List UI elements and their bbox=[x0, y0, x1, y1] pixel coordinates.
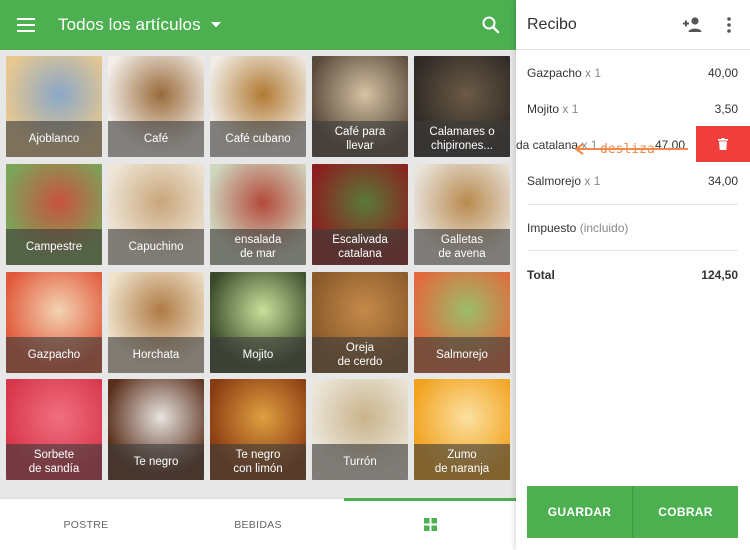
tab-postre[interactable]: POSTRE bbox=[0, 499, 172, 550]
tax-label-wrap: Impuesto (incluido) bbox=[527, 221, 628, 235]
receipt-line-item[interactable]: Salmorejo x 1 34,00 bbox=[527, 174, 738, 188]
swipe-hint-label: desliza bbox=[600, 142, 655, 157]
menu-icon bbox=[17, 18, 35, 32]
item-label: Te negro bbox=[108, 444, 204, 480]
item-label: Galletas de avena bbox=[414, 229, 510, 265]
trash-icon bbox=[718, 138, 728, 150]
item-name: da catalana bbox=[516, 138, 579, 152]
item-tile[interactable]: Horchata bbox=[108, 272, 204, 373]
item-price: 40,00 bbox=[707, 66, 738, 80]
item-tile[interactable]: ensalada de mar bbox=[210, 164, 306, 265]
item-tile[interactable]: Mojito bbox=[210, 272, 306, 373]
item-label: Sorbete de sandía bbox=[6, 444, 102, 480]
swipe-hint: desliza bbox=[574, 142, 690, 157]
item-tile[interactable]: Café cubano bbox=[210, 56, 306, 157]
tab-all-items[interactable] bbox=[344, 498, 516, 550]
receipt-actions: GUARDAR COBRAR bbox=[527, 486, 738, 538]
item-tile[interactable]: Sorbete de sandía bbox=[6, 379, 102, 480]
item-tile[interactable]: Escalivada catalana bbox=[312, 164, 408, 265]
item-label: Mojito bbox=[210, 337, 306, 373]
item-label: Café bbox=[108, 121, 204, 157]
receipt-line-item[interactable]: Mojito x 1 3,50 bbox=[527, 102, 738, 116]
item-label: Ajoblanco bbox=[6, 121, 102, 157]
item-label: Café cubano bbox=[210, 121, 306, 157]
page-title: Todos los artículos bbox=[58, 15, 201, 34]
item-tile[interactable]: Zumo de naranja bbox=[414, 379, 510, 480]
divider bbox=[527, 204, 738, 205]
item-tile[interactable]: Te negro con limón bbox=[210, 379, 306, 480]
tax-note: (incluido) bbox=[579, 221, 629, 235]
item-name: Mojito bbox=[527, 102, 560, 116]
menu-button[interactable] bbox=[0, 0, 52, 50]
item-tile[interactable]: Oreja de cerdo bbox=[312, 272, 408, 373]
item-label: Calamares o chipirones... bbox=[414, 121, 510, 157]
item-tile[interactable]: Capuchino bbox=[108, 164, 204, 265]
item-grid: Ajoblanco Café Café cubano Café para llevar… bbox=[0, 50, 516, 498]
item-name: Salmorejo bbox=[527, 174, 582, 188]
search-icon[interactable] bbox=[480, 14, 502, 36]
item-tile[interactable]: Gazpacho bbox=[6, 272, 102, 373]
divider bbox=[527, 250, 738, 251]
item-label: ensalada de mar bbox=[210, 229, 306, 265]
tax-label: Impuesto bbox=[527, 221, 577, 235]
item-label: Campestre bbox=[6, 229, 102, 265]
grid-icon bbox=[423, 518, 437, 531]
item-name-qty: Salmorejo x 1 bbox=[527, 174, 600, 188]
total-value: 124,50 bbox=[701, 268, 738, 282]
item-label: Capuchino bbox=[108, 229, 204, 265]
receipt-title: Recibo bbox=[527, 15, 577, 33]
charge-button[interactable]: COBRAR bbox=[632, 486, 738, 538]
item-name: Gazpacho bbox=[527, 66, 582, 80]
item-label: Salmorejo bbox=[414, 337, 510, 373]
bottom-tab-bar: POSTRE BEBIDAS bbox=[0, 498, 516, 550]
receipt-line-item[interactable]: Gazpacho x 1 40,00 bbox=[527, 66, 738, 80]
total-row: Total 124,50 bbox=[527, 268, 738, 282]
item-price: 3,50 bbox=[714, 102, 738, 116]
item-tile[interactable]: Ajoblanco bbox=[6, 56, 102, 157]
tab-bebidas[interactable]: BEBIDAS bbox=[172, 499, 344, 550]
item-label: Zumo de naranja bbox=[414, 444, 510, 480]
item-price: 34,00 bbox=[707, 174, 738, 188]
item-label: Oreja de cerdo bbox=[312, 337, 408, 373]
tax-row: Impuesto (incluido) bbox=[527, 221, 738, 235]
item-tile[interactable]: Salmorejo bbox=[414, 272, 510, 373]
item-label: Horchata bbox=[108, 337, 204, 373]
item-label: Café para llevar bbox=[312, 121, 408, 157]
add-person-icon[interactable] bbox=[682, 15, 704, 35]
item-label: Turrón bbox=[312, 444, 408, 480]
save-button[interactable]: GUARDAR bbox=[527, 486, 632, 538]
tab-bebidas-label: BEBIDAS bbox=[234, 518, 282, 531]
more-vert-icon[interactable] bbox=[721, 15, 737, 35]
item-tile[interactable]: Te negro bbox=[108, 379, 204, 480]
receipt-header: Recibo bbox=[516, 0, 750, 50]
item-name-qty: Gazpacho x 1 bbox=[527, 66, 601, 80]
item-label: Gazpacho bbox=[6, 337, 102, 373]
receipt-panel: Recibo Gazpacho x 1 40,00 Mojito x 1 3,5… bbox=[516, 0, 750, 550]
total-label: Total bbox=[527, 268, 555, 282]
item-tile[interactable]: Café para llevar bbox=[312, 56, 408, 157]
item-qty: x 1 bbox=[584, 174, 601, 188]
item-tile[interactable]: Turrón bbox=[312, 379, 408, 480]
top-app-bar: Todos los artículos bbox=[0, 0, 516, 50]
item-qty: x 1 bbox=[585, 66, 602, 80]
tab-postre-label: POSTRE bbox=[63, 518, 109, 531]
item-label: Te negro con limón bbox=[210, 444, 306, 480]
item-tile[interactable]: Calamares o chipirones... bbox=[414, 56, 510, 157]
item-tile[interactable]: Café bbox=[108, 56, 204, 157]
item-label: Escalivada catalana bbox=[312, 229, 408, 265]
delete-button[interactable] bbox=[696, 126, 750, 162]
category-dropdown[interactable]: Todos los artículos bbox=[58, 15, 221, 35]
item-tile[interactable]: Galletas de avena bbox=[414, 164, 510, 265]
item-qty: x 1 bbox=[562, 102, 579, 116]
chevron-down-icon bbox=[210, 22, 221, 28]
item-tile[interactable]: Campestre bbox=[6, 164, 102, 265]
item-name-qty: Mojito x 1 bbox=[527, 102, 578, 116]
